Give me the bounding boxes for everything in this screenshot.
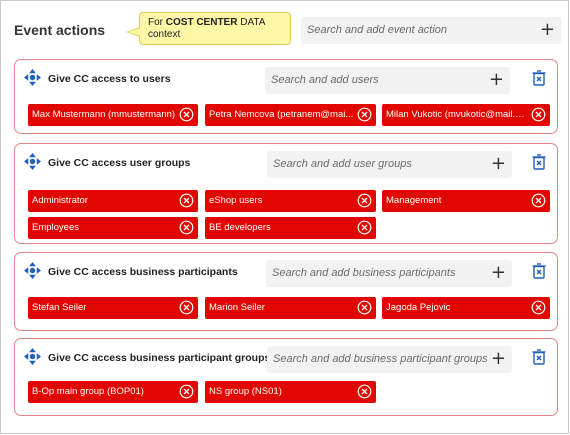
chip-label: Milan Vukotic (mvukotic@mail.co... [386,109,528,120]
event-actions-header: Event actions For COST CENTER DATA conte… [1,1,570,57]
chip-user-group: Management [382,190,550,212]
remove-icon[interactable] [179,300,194,315]
add-user-group-button[interactable]: + [491,153,506,175]
drag-handle-icon[interactable] [24,262,41,279]
user-groups-search[interactable]: Search and add user groups + [267,151,512,178]
drag-handle-icon[interactable] [24,69,41,86]
user-groups-search-input[interactable]: Search and add user groups [273,158,412,170]
add-business-participant-group-button[interactable]: + [491,348,506,370]
chip-business-participant: Stefan Seiler [28,297,198,319]
add-user-button[interactable]: + [489,69,504,91]
section-cc-access-users: Give CC access to users Search and add u… [14,59,558,134]
trash-icon[interactable] [532,349,546,365]
chip-label: Marion Seiler [209,302,265,313]
event-actions-panel: Event actions For COST CENTER DATA conte… [0,0,569,434]
drag-handle-icon[interactable] [24,153,41,170]
page-title: Event actions [14,22,106,38]
business-participants-search[interactable]: Search and add business participants + [266,260,512,287]
users-search[interactable]: Search and add users + [265,67,510,94]
chip-user: Milan Vukotic (mvukotic@mail.co... [382,104,550,126]
chip-business-participant-group: NS group (NS01) [205,381,376,403]
chip-label: B-Op main group (BOP01) [32,386,144,397]
remove-icon[interactable] [357,107,372,122]
remove-icon[interactable] [357,384,372,399]
tooltip-pointer-fill [128,28,141,36]
remove-icon[interactable] [179,193,194,208]
chip-label: Petra Nemcova (petranem@mai... [209,109,354,120]
trash-icon[interactable] [532,154,546,170]
chip-user-group: eShop users [205,190,376,212]
remove-icon[interactable] [531,193,546,208]
chip-label: Management [386,195,442,206]
chip-label: BE developers [209,222,271,233]
remove-icon[interactable] [179,220,194,235]
chip-user: Petra Nemcova (petranem@mai... [205,104,376,126]
chip-label: Employees [32,222,79,233]
remove-icon[interactable] [179,384,194,399]
event-action-search[interactable]: Search and add event action + [301,17,561,44]
chip-label: Administrator [32,195,88,206]
section-cc-access-business-participant-groups: Give CC access business participant grou… [14,338,558,416]
chip-user-group: Administrator [28,190,198,212]
remove-icon[interactable] [531,107,546,122]
remove-icon[interactable] [357,220,372,235]
chip-label: NS group (NS01) [209,386,282,397]
users-search-input[interactable]: Search and add users [271,74,379,86]
chip-user-group: Employees [28,217,198,239]
section-cc-access-user-groups: Give CC access user groups Search and ad… [14,143,558,244]
drag-handle-icon[interactable] [24,348,41,365]
chip-label: Max Mustermann (mmustermann) [32,109,176,120]
chip-business-participant: Marion Seiler [205,297,376,319]
remove-icon[interactable] [357,300,372,315]
business-participants-search-input[interactable]: Search and add business participants [272,267,455,279]
chip-label: Jagoda Pejovic [386,302,451,313]
context-tooltip: For COST CENTER DATA context [126,12,291,45]
section-title: Give CC access business participants [48,266,238,278]
add-event-action-button[interactable]: + [540,19,555,41]
event-action-search-input[interactable]: Search and add event action [307,24,447,36]
chip-label: eShop users [209,195,263,206]
business-participant-groups-search-input[interactable]: Search and add business participant grou… [273,353,488,365]
trash-icon[interactable] [532,70,546,86]
remove-icon[interactable] [357,193,372,208]
chip-business-participant: Jagoda Pejovic [382,297,550,319]
chip-label: Stefan Seiler [32,302,87,313]
add-business-participant-button[interactable]: + [491,262,506,284]
chip-business-participant-group: B-Op main group (BOP01) [28,381,198,403]
remove-icon[interactable] [179,107,194,122]
tooltip-context-name: COST CENTER [165,17,238,28]
remove-icon[interactable] [531,300,546,315]
section-title: Give CC access business participant grou… [48,352,271,364]
section-title: Give CC access to users [48,73,171,85]
trash-icon[interactable] [532,263,546,279]
section-title: Give CC access user groups [48,157,191,169]
section-cc-access-business-participants: Give CC access business participants Sea… [14,252,558,331]
business-participant-groups-search[interactable]: Search and add business participant grou… [267,346,512,373]
chip-user: Max Mustermann (mmustermann) [28,104,198,126]
chip-user-group: BE developers [205,217,376,239]
tooltip-prefix: For [148,17,166,28]
